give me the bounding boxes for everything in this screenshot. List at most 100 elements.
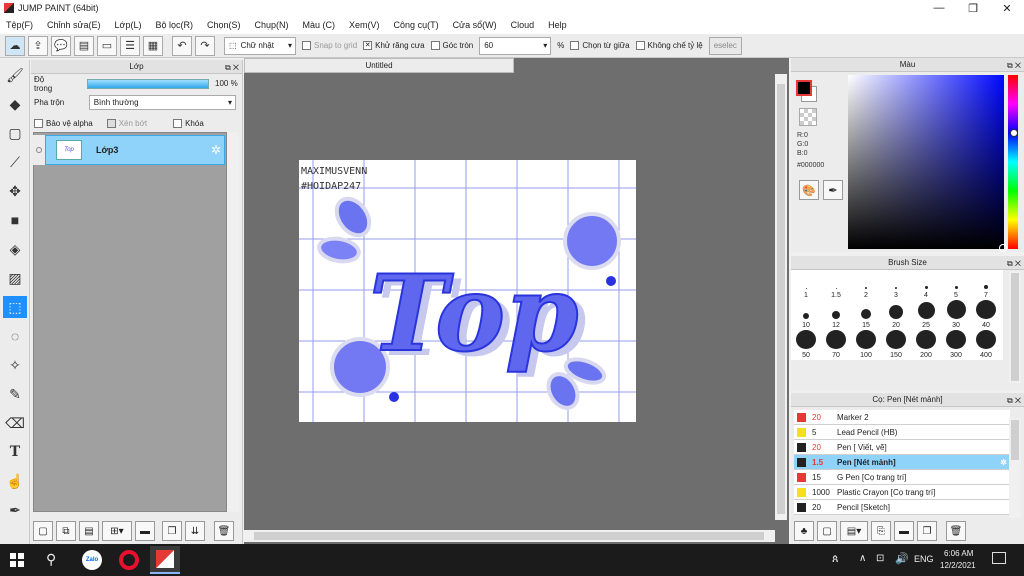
canvas-hscroll[interactable] [244,530,775,542]
fill-rect-icon[interactable]: ■ [3,209,27,231]
opacity-slider[interactable] [87,78,209,89]
brush-copy-icon[interactable]: ❐ [917,521,937,541]
notifications-icon[interactable] [992,552,1006,564]
gear-icon[interactable]: ✲ [211,143,221,157]
network-icon[interactable]: ⊡ [876,553,884,564]
brush-size-200[interactable]: 200 [911,330,941,360]
minimize-button[interactable]: — [922,0,956,16]
pen-list-item[interactable]: 15 G Pen [Cọ trang trí] [794,470,1010,485]
menu-view[interactable]: Xem(V) [349,20,380,30]
windows-start-icon[interactable] [10,553,24,567]
brush-size-3[interactable]: 3 [881,270,911,300]
restore-button[interactable]: ❐ [956,0,990,16]
new-layer-icon[interactable]: ▢ [33,521,53,541]
pen-list-item[interactable]: 1000 Plastic Crayon [Cọ trang trí] [794,485,1010,500]
bucket-icon[interactable]: ◈ [3,238,27,260]
menu-layer[interactable]: Lớp(L) [115,20,142,30]
round-corner-checkbox[interactable]: Góc tròn [430,41,473,50]
duplicate-icon[interactable]: ❐ [162,521,182,541]
page-icon[interactable]: ▭ [97,35,117,56]
brush-size-7[interactable]: 7 [971,270,1001,300]
text-layer-icon[interactable]: ▤ [79,521,99,541]
menu-help[interactable]: Help [548,20,567,30]
no-ratio-checkbox[interactable]: Không chế tỷ lệ [635,41,703,50]
transparent-swatch[interactable] [799,108,817,126]
panel-close-icon[interactable]: ⧉ ✕ [1007,257,1021,271]
brush-scrollbar[interactable] [1009,271,1021,383]
new-brush-icon[interactable]: ▢ [817,521,837,541]
close-button[interactable]: ✕ [990,0,1024,16]
menu-window[interactable]: Cửa sổ(W) [453,20,497,30]
brush-size-12[interactable]: 12 [821,300,851,330]
undo-icon[interactable]: ↶ [172,35,192,56]
layer-row[interactable] [33,135,45,165]
text-box-icon[interactable]: ▤ [74,35,94,56]
pen-list-item[interactable]: 5 Lead Pencil (HB) [794,425,1010,440]
brush-size-300[interactable]: 300 [941,330,971,360]
brush-size-150[interactable]: 150 [881,330,911,360]
hscroll-thumb[interactable] [254,532,764,540]
protect-alpha-checkbox[interactable]: Bảo vệ alpha [34,118,93,128]
brush-icon[interactable]: 🖌 [3,64,27,86]
brush-size-10[interactable]: 10 [791,300,821,330]
line-icon[interactable]: ⟋ [3,151,27,173]
menu-tools[interactable]: Công cụ(T) [394,20,439,30]
jump-paint-taskbar-icon[interactable] [150,546,180,574]
tab-untitled[interactable]: Untitled [244,58,514,73]
hue-slider[interactable] [1008,75,1018,249]
eyedropper-icon[interactable]: ✒ [3,499,27,521]
brush-size-1-5[interactable]: 1.5 [821,270,851,300]
pen-list-item[interactable]: 20 Marker 2 [794,410,1010,425]
rectangle-icon[interactable]: ▢ [3,122,27,144]
pen-list-item[interactable]: 1.5 Pen [Nét mảnh] ✲ [794,455,1010,470]
people-icon[interactable]: ጰ [832,553,839,566]
panel-close-icon[interactable]: ⧉ ✕ [1007,394,1021,408]
search-icon[interactable]: ⚲ [46,551,56,568]
canvas-vscroll[interactable] [775,74,787,520]
text-icon[interactable]: T [3,441,27,463]
brush-size-2[interactable]: 2 [851,270,881,300]
brush-size-400[interactable]: 400 [971,330,1001,360]
redo-icon[interactable]: ↷ [195,35,215,56]
vscroll-thumb[interactable] [777,84,785,514]
brush-text-icon[interactable]: ⎘ [871,521,891,541]
saturation-value-field[interactable] [848,75,1004,249]
brush-size-40[interactable]: 40 [971,300,1001,330]
opera-icon[interactable] [119,550,139,570]
brush-size-1[interactable]: 1 [791,270,821,300]
menu-capture[interactable]: Chụp(N) [255,20,289,30]
brush-trash-icon[interactable]: 🗑 [946,521,966,541]
clock-date[interactable]: 12/2/2021 [940,561,976,570]
grid-icon[interactable]: ▦ [143,35,163,56]
hand-icon[interactable]: ☝ [3,470,27,492]
language-indicator[interactable]: ENG [914,554,934,564]
tray-chevron-icon[interactable]: ∧ [859,553,866,564]
magic-wand-icon[interactable]: ✧ [3,354,27,376]
color-picker-icon[interactable]: ✒ [823,180,843,200]
speech-bubble-icon[interactable]: 💬 [51,35,71,56]
blend-select[interactable]: Bình thường ▾ [88,95,236,110]
menu-color[interactable]: Màu (C) [303,20,336,30]
add-brush-menu-icon[interactable]: ▤▾ [840,521,868,541]
select-pen-icon[interactable]: ✎ [3,383,27,405]
menu-select[interactable]: Chọn(S) [207,20,241,30]
gear-icon[interactable]: ✲ [1000,458,1007,467]
snap-checkbox[interactable]: Snap to grid [302,41,357,50]
brush-settings-icon[interactable]: ♣ [794,521,814,541]
select-rect-icon[interactable]: ⬚ [3,296,27,318]
brush-size-30[interactable]: 30 [941,300,971,330]
menu-edit[interactable]: Chỉnh sửa(E) [47,20,101,30]
pen-list-item[interactable]: 20 Pencil [Sketch] [794,500,1010,515]
brush-size-5[interactable]: 5 [941,270,971,300]
add-layer-menu-icon[interactable]: ⊞▾ [102,521,132,541]
move-icon[interactable]: ✥ [3,180,27,202]
folder-icon[interactable]: ▬ [135,521,155,541]
export-icon[interactable]: ⇪ [28,35,48,56]
deselect-button[interactable]: eselec [708,36,742,55]
brush-size-15[interactable]: 15 [851,300,881,330]
clock-time[interactable]: 6:06 AM [944,549,973,558]
shape-select[interactable]: ⬚ Chữ nhật ▾ [224,36,296,55]
drawing-canvas[interactable]: MAXIMUSVENN #HOIDAP247 Top Top [299,160,636,422]
brush-folder-icon[interactable]: ▬ [894,521,914,541]
pen-scrollbar[interactable] [1009,418,1021,518]
